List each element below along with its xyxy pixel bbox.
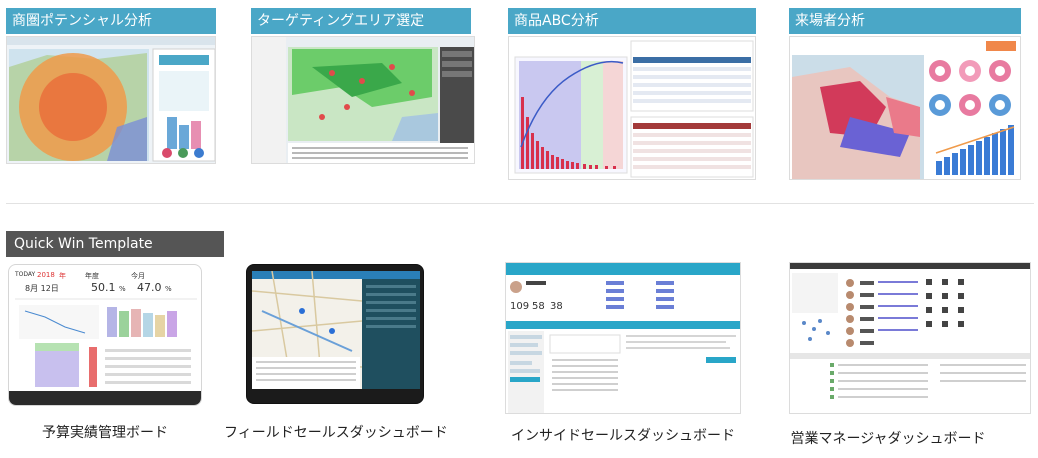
heatmap-map-icon: [7, 37, 215, 163]
inside-sales-ui-icon: [506, 281, 740, 413]
quick-win-template-label: Quick Win Template: [6, 231, 224, 257]
caption-sales-manager: 営業マネージャダッシュボード: [790, 431, 986, 447]
visitor-analysis-thumbnail[interactable]: [789, 36, 1021, 180]
sales-manager-thumbnail[interactable]: [789, 262, 1031, 414]
sales-manager-ui-icon: [790, 263, 1030, 399]
budget-board-thumbnail[interactable]: TODAY 2018 年 8月 12日 年度 50.1 % 今月 47.0 %: [8, 264, 202, 406]
field-sales-thumbnail[interactable]: [246, 264, 424, 404]
visitor-map-icon: [790, 37, 1020, 179]
targeting-area-thumbnail[interactable]: [251, 36, 475, 164]
tablet-toolbar: [9, 391, 201, 405]
caption-inside-sales: インサイドセールスダッシュボード: [511, 428, 735, 444]
section-label-trade-area: 商圏ポテンシャル分析: [6, 8, 216, 34]
caption-field-sales: フィールドセールスダッシュボード: [224, 425, 448, 441]
area-map-icon: [252, 37, 474, 163]
field-sales-map-icon: [252, 271, 420, 389]
trade-area-thumbnail[interactable]: [6, 36, 216, 164]
pareto-chart-icon: [509, 37, 755, 179]
section-label-visitor-analysis: 来場者分析: [789, 8, 1021, 34]
budget-charts-icon: [15, 298, 197, 387]
abc-analysis-thumbnail[interactable]: [508, 36, 756, 180]
section-divider: [6, 203, 1034, 204]
section-label-targeting-area: ターゲティングエリア選定: [251, 8, 471, 34]
inside-sales-thumbnail[interactable]: 109 58 38: [505, 262, 741, 414]
section-label-abc-analysis: 商品ABC分析: [508, 8, 756, 34]
caption-budget-board: 予算実績管理ボード: [42, 425, 168, 441]
